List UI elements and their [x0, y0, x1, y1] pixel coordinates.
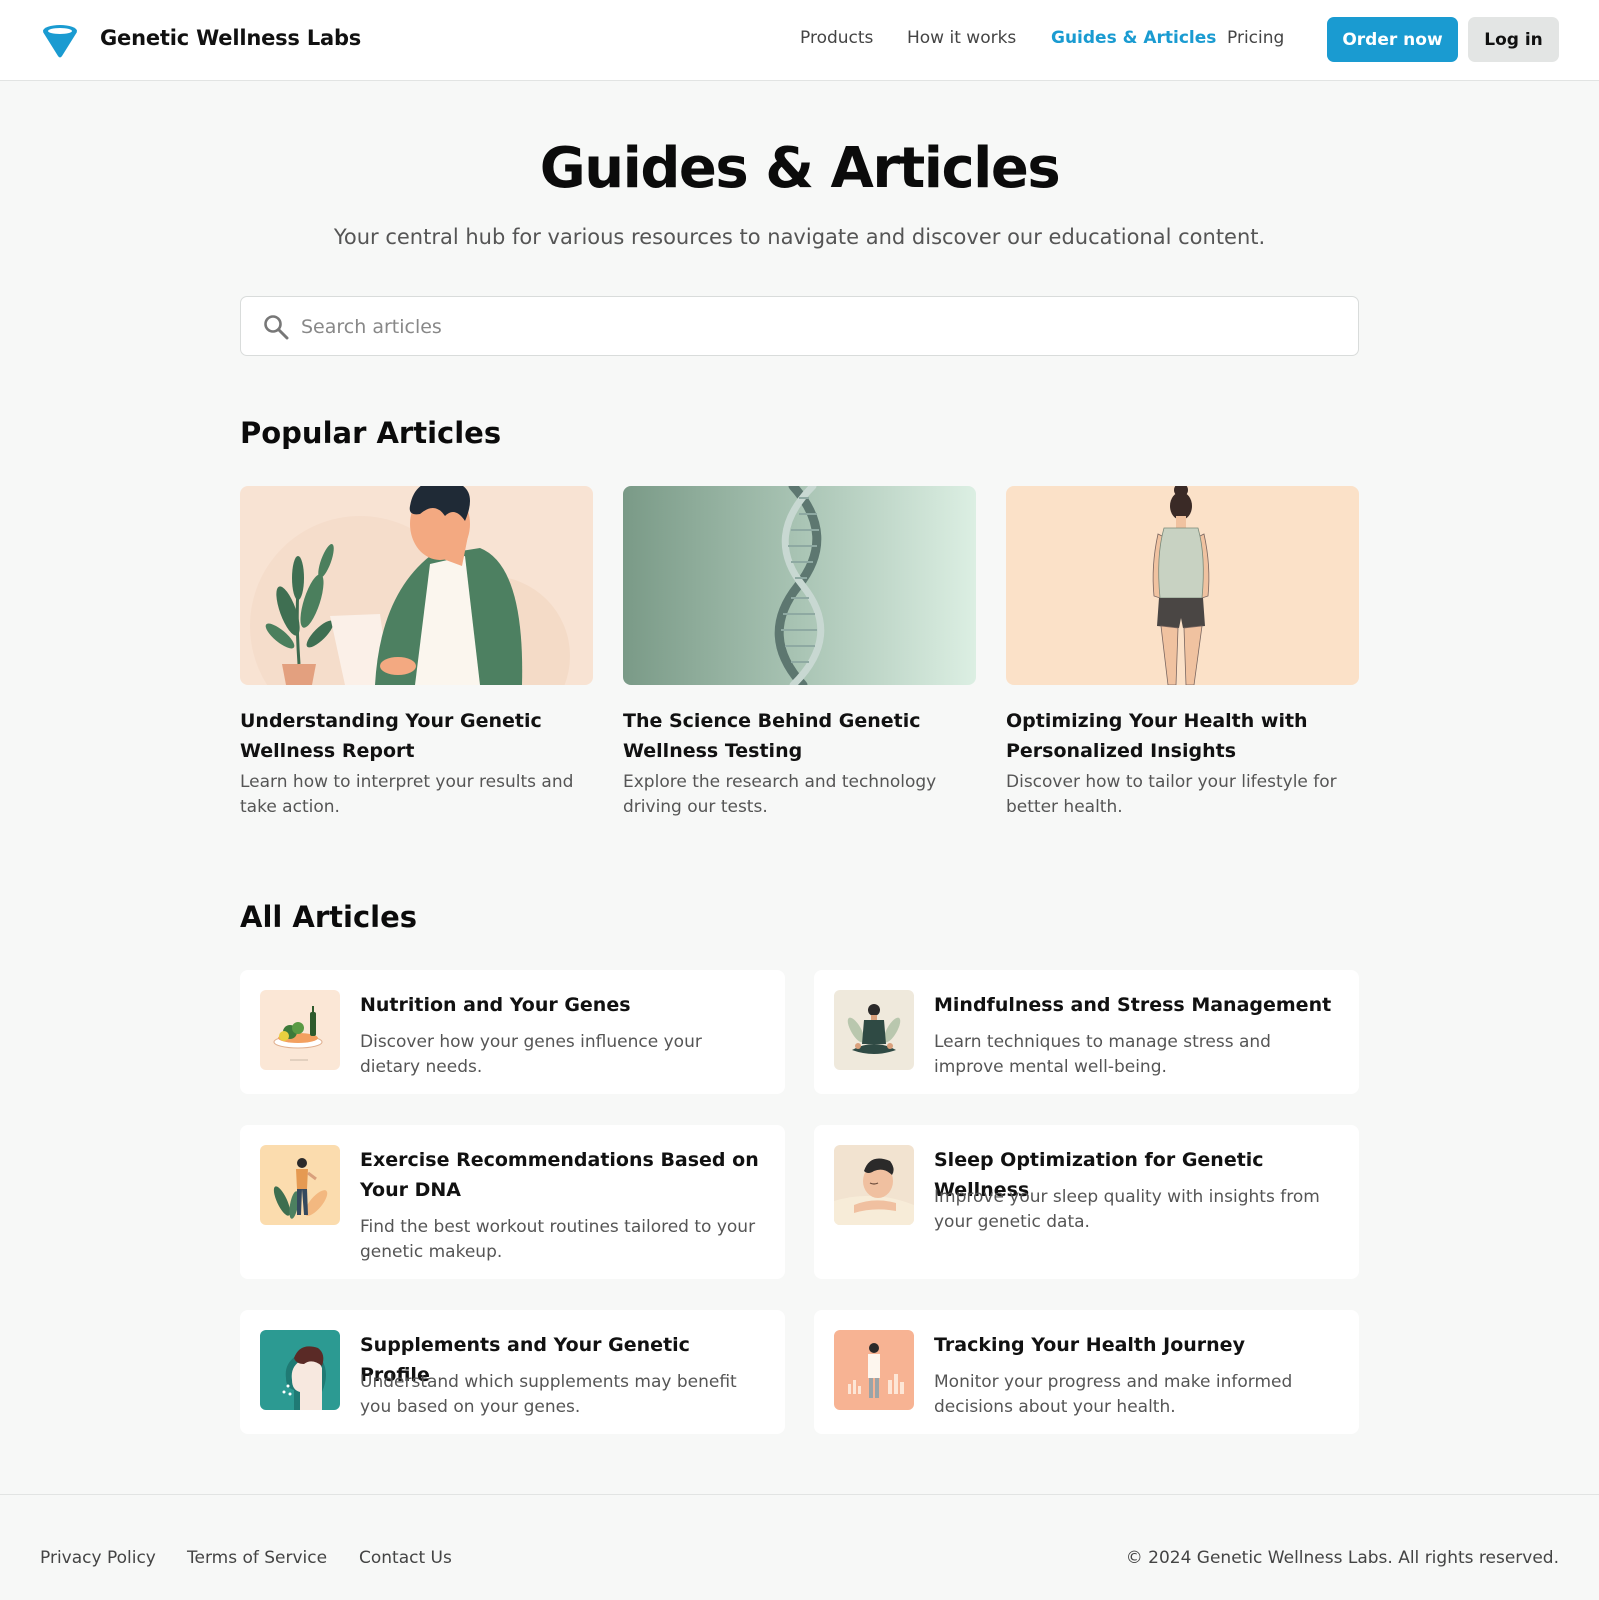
article-card[interactable]: Nutrition and Your Genes Discover how yo…	[240, 970, 785, 1094]
site-footer: Privacy Policy Terms of Service Contact …	[0, 1494, 1599, 1600]
nav-products[interactable]: Products	[800, 28, 873, 48]
article-card[interactable]: Exercise Recommendations Based on Your D…	[240, 1125, 785, 1279]
footer-link-privacy-policy[interactable]: Privacy Policy	[40, 1548, 156, 1568]
copyright-text: © 2024 Genetic Wellness Labs. All rights…	[1125, 1548, 1559, 1568]
popular-article-card[interactable]: Understanding Your Genetic Wellness Repo…	[240, 486, 593, 820]
article-title[interactable]: Nutrition and Your Genes	[360, 990, 765, 1020]
article-title[interactable]: Mindfulness and Stress Management	[934, 990, 1339, 1020]
order-now-button[interactable]: Order now	[1327, 17, 1458, 62]
article-description: Discover how your genes influence your d…	[360, 1032, 702, 1077]
brand-name[interactable]: Genetic Wellness Labs	[100, 26, 361, 50]
popular-articles-heading: Popular Articles	[240, 416, 502, 450]
nav-pricing[interactable]: Pricing	[1227, 28, 1284, 48]
article-description: Learn techniques to manage stress and im…	[934, 1032, 1271, 1077]
woman-standing-illustration	[1006, 486, 1359, 685]
log-in-button[interactable]: Log in	[1468, 17, 1559, 62]
sleeping-person-icon	[834, 1145, 914, 1225]
exercise-icon	[260, 1145, 340, 1225]
article-description: Monitor your progress and make informed …	[934, 1372, 1293, 1417]
page-subtitle: Your central hub for various resources t…	[333, 225, 1266, 249]
popular-article-description: Learn how to interpret your results and …	[240, 772, 574, 817]
all-articles-heading: All Articles	[240, 900, 418, 934]
footer-link-terms-of-service[interactable]: Terms of Service	[187, 1548, 327, 1568]
article-card[interactable]: Tracking Your Health Journey Monitor you…	[814, 1310, 1359, 1434]
article-title[interactable]: Tracking Your Health Journey	[934, 1330, 1339, 1360]
popular-article-title[interactable]: Optimizing Your Health with Personalized…	[1006, 706, 1359, 766]
popular-article-card[interactable]: The Science Behind Genetic Wellness Test…	[623, 486, 976, 820]
nav-how-it-works[interactable]: How it works	[907, 28, 1016, 48]
dna-helix-illustration	[623, 486, 976, 685]
page-title: Guides & Articles	[539, 136, 1061, 201]
popular-article-description: Discover how to tailor your lifestyle fo…	[1006, 772, 1337, 817]
search-input[interactable]	[301, 307, 1341, 347]
search-box	[240, 296, 1359, 356]
nav-guides-articles[interactable]: Guides & Articles	[1051, 28, 1216, 48]
article-card[interactable]: Mindfulness and Stress Management Learn …	[814, 970, 1359, 1094]
popular-article-card[interactable]: Optimizing Your Health with Personalized…	[1006, 486, 1359, 820]
meditation-icon	[834, 990, 914, 1070]
food-plate-icon	[260, 990, 340, 1070]
popular-article-title[interactable]: The Science Behind Genetic Wellness Test…	[623, 706, 976, 766]
article-card[interactable]: Supplements and Your Genetic Profile Und…	[240, 1310, 785, 1434]
popular-article-title[interactable]: Understanding Your Genetic Wellness Repo…	[240, 706, 593, 766]
footer-link-contact-us[interactable]: Contact Us	[359, 1548, 452, 1568]
person-reading-illustration	[240, 486, 593, 685]
popular-article-description: Explore the research and technology driv…	[623, 772, 937, 817]
search-icon	[264, 315, 289, 340]
article-description: Understand which supplements may benefit…	[360, 1372, 737, 1417]
article-description: Find the best workout routines tailored …	[360, 1217, 756, 1262]
head-profile-icon	[260, 1330, 340, 1410]
article-title[interactable]: Exercise Recommendations Based on Your D…	[360, 1145, 765, 1205]
article-card[interactable]: Sleep Optimization for Genetic Wellness …	[814, 1125, 1359, 1279]
site-header: Genetic Wellness Labs Products How it wo…	[0, 0, 1599, 81]
health-tracking-icon	[834, 1330, 914, 1410]
brand-logo-icon[interactable]	[42, 24, 78, 58]
article-description: Improve your sleep quality with insights…	[934, 1187, 1320, 1232]
